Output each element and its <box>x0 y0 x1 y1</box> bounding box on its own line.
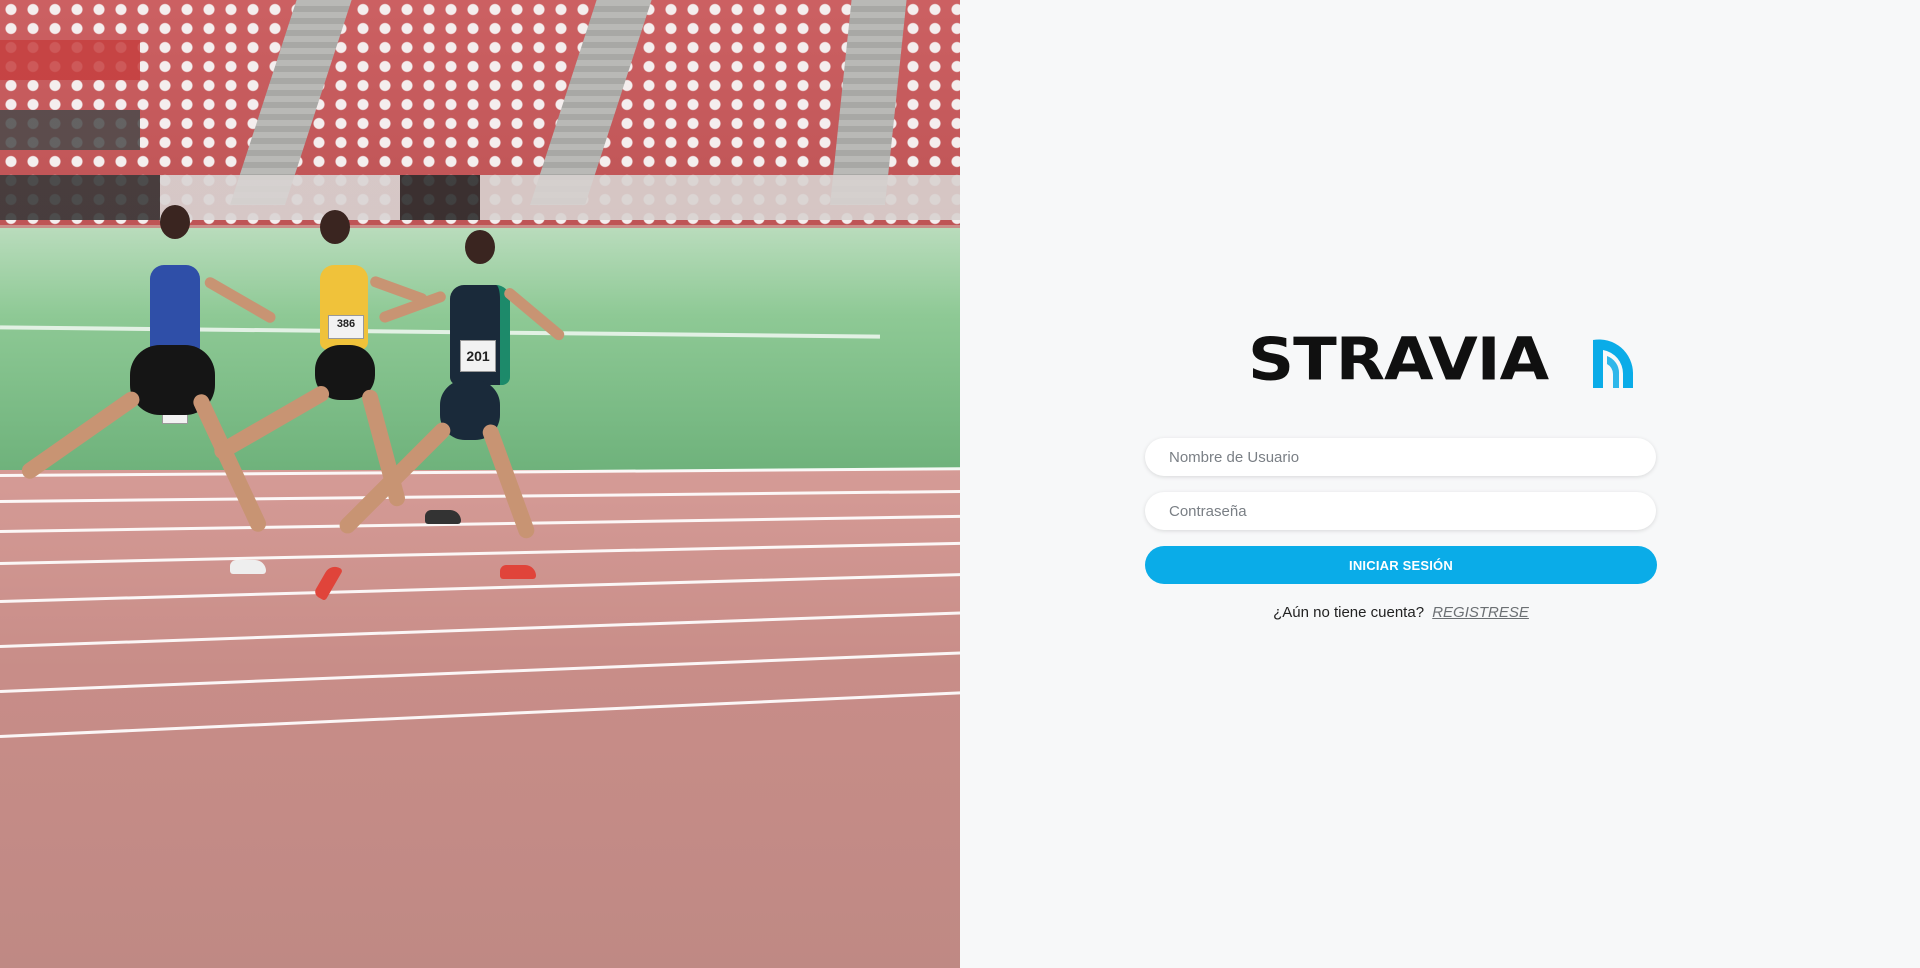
register-prompt-text: ¿Aún no tiene cuenta? <box>1273 604 1425 621</box>
brand-logo-text: STRAVIA <box>1248 325 1549 395</box>
username-input[interactable] <box>1145 438 1656 476</box>
hero-image: 7 386 201 <box>0 0 960 968</box>
login-button[interactable]: INICIAR SESIÓN <box>1145 546 1657 584</box>
login-panel: STRAVIA INICIAR SESIÓN ¿Aún no tiene cue… <box>960 0 1920 968</box>
runner-bib: 201 <box>460 340 496 372</box>
stadium-signs <box>0 40 140 175</box>
login-page: 7 386 201 <box>0 0 1920 968</box>
register-link[interactable]: REGISTRESE <box>1432 604 1529 621</box>
register-prompt: ¿Aún no tiene cuenta? REGISTRESE <box>1145 604 1657 621</box>
brand-mark-icon <box>1593 339 1633 388</box>
password-input[interactable] <box>1145 492 1656 530</box>
stadium-banner <box>0 175 960 220</box>
runner-bib: 386 <box>328 315 364 339</box>
brand-logo: STRAVIA <box>1248 330 1633 390</box>
